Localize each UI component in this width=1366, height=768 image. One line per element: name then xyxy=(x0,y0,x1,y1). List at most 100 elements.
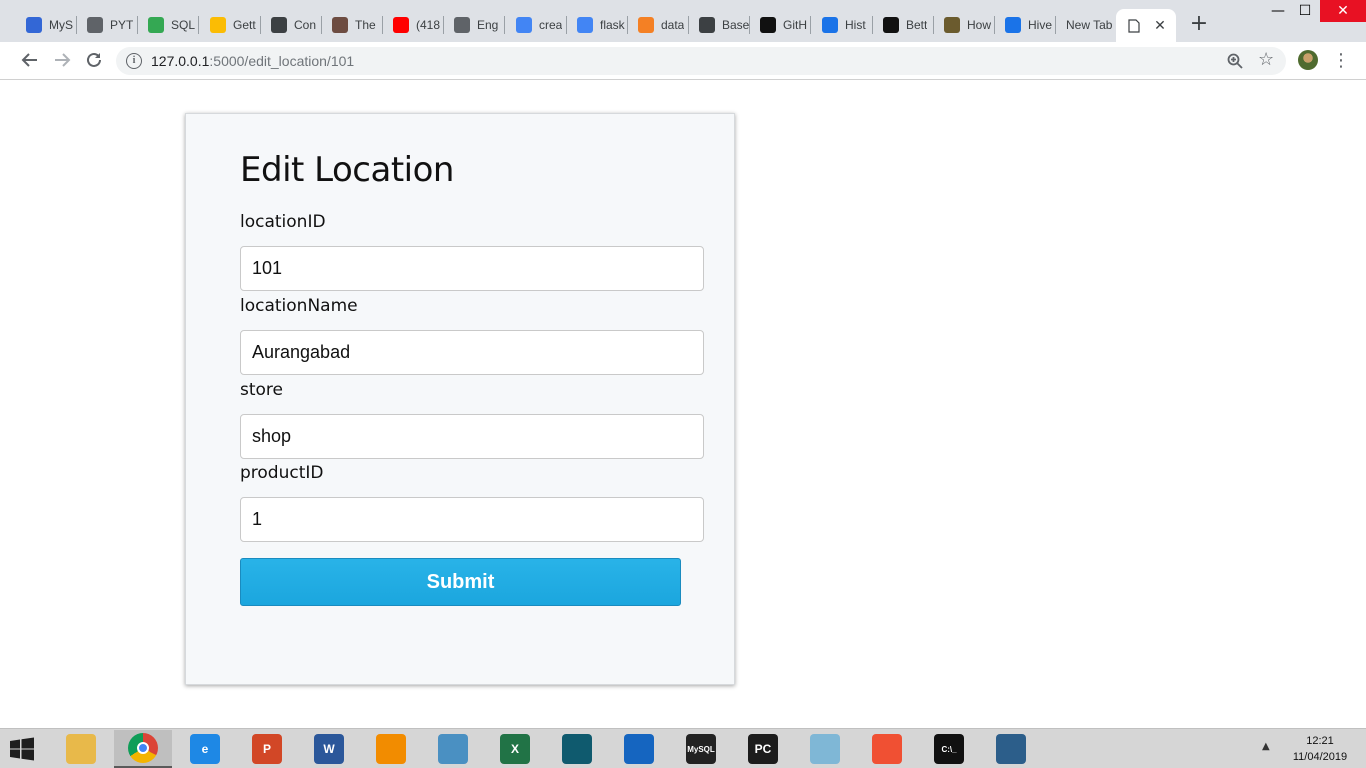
taskbar: e P W X MySQL PC C:\_ ▲ 12:21 11/04/2019 xyxy=(0,728,1366,768)
site-info-icon[interactable]: i xyxy=(126,53,142,69)
tab-1[interactable]: PYT xyxy=(77,8,137,42)
excel-icon: X xyxy=(500,734,530,764)
tab-10[interactable]: data xyxy=(628,8,688,42)
reload-button[interactable] xyxy=(83,51,105,73)
taskbar-internet-explorer[interactable]: e xyxy=(176,730,234,768)
taskbar-mysql-workbench[interactable] xyxy=(982,730,1040,768)
how-icon xyxy=(944,17,960,33)
back-arrow-icon xyxy=(21,53,37,67)
tab-14[interactable]: Bett xyxy=(873,8,933,42)
vlc-icon xyxy=(376,734,406,764)
tab-separator xyxy=(504,16,505,34)
close-window-button[interactable]: ✕ xyxy=(1320,0,1366,22)
zoom-icon[interactable] xyxy=(1226,52,1244,70)
internet-explorer-icon: e xyxy=(190,734,220,764)
taskbar-chrome[interactable] xyxy=(114,730,172,768)
submit-button[interactable]: Submit xyxy=(240,558,681,606)
tab-17[interactable]: New Tab xyxy=(1056,8,1122,42)
taskbar-audacity[interactable] xyxy=(610,730,668,768)
word-icon: W xyxy=(314,734,344,764)
windows-start-icon[interactable] xyxy=(8,737,40,761)
profile-avatar[interactable] xyxy=(1298,50,1318,70)
url-path: :5000/edit_location/101 xyxy=(209,53,355,69)
remote-desktop-icon xyxy=(438,734,468,764)
new-tab-button[interactable]: + xyxy=(1188,13,1210,36)
tab-label: How xyxy=(967,18,992,32)
taskbar-word[interactable]: W xyxy=(300,730,358,768)
taskbar-book-app[interactable] xyxy=(548,730,606,768)
store-input[interactable]: shop xyxy=(240,414,704,459)
tab-2[interactable]: SQL xyxy=(138,8,198,42)
tab-label: New Tab xyxy=(1066,18,1113,32)
book-app-icon xyxy=(562,734,592,764)
tab-7[interactable]: Eng xyxy=(444,8,504,42)
audacity-icon xyxy=(624,734,654,764)
mysql-a-icon xyxy=(26,17,42,33)
tab-5[interactable]: The xyxy=(322,8,382,42)
google-cloud-icon xyxy=(210,17,226,33)
base-icon xyxy=(699,17,715,33)
mysql-shell-icon: MySQL xyxy=(686,734,716,764)
browser-toolbar: i 127.0.0.1:5000/edit_location/101 ☆ ⋮ xyxy=(0,42,1366,80)
browser-menu-icon[interactable]: ⋮ xyxy=(1332,50,1350,72)
tab-label: Base xyxy=(722,18,749,32)
tab-9[interactable]: flask xyxy=(567,8,627,42)
system-clock[interactable]: 12:21 11/04/2019 xyxy=(1284,733,1356,765)
clock-time: 12:21 xyxy=(1306,735,1334,747)
command-prompt-icon: C:\_ xyxy=(934,734,964,764)
taskbar-pycharm[interactable]: PC xyxy=(734,730,792,768)
location-id-input[interactable]: 101 xyxy=(240,246,704,291)
taskbar-git-gui[interactable] xyxy=(858,730,916,768)
github-icon xyxy=(760,17,776,33)
google-icon xyxy=(577,17,593,33)
word-label: W xyxy=(323,742,335,756)
edit-location-form: Edit Location locationID 101 locationNam… xyxy=(185,113,735,685)
tab-8[interactable]: crea xyxy=(506,8,566,42)
taskbar-remote-desktop[interactable] xyxy=(424,730,482,768)
notepad-icon xyxy=(810,734,840,764)
hive-icon xyxy=(1005,17,1021,33)
tab-12[interactable]: GitH xyxy=(750,8,810,42)
excel-label: X xyxy=(510,742,519,756)
url-text[interactable]: 127.0.0.1:5000/edit_location/101 xyxy=(151,53,354,69)
product-id-input[interactable]: 1 xyxy=(240,497,704,542)
tab-0[interactable]: MyS xyxy=(16,8,76,42)
command-prompt-label: C:\_ xyxy=(941,744,957,754)
file-explorer-icon xyxy=(66,734,96,764)
forward-arrow-icon xyxy=(55,53,71,67)
git-gui-icon xyxy=(872,734,902,764)
address-bar[interactable]: i 127.0.0.1:5000/edit_location/101 ☆ xyxy=(116,47,1286,75)
tab-4[interactable]: Con xyxy=(261,8,321,42)
tab-11[interactable]: Base xyxy=(689,8,749,42)
chrome-icon xyxy=(128,733,158,763)
tab-label: crea xyxy=(539,18,563,32)
location-name-input[interactable]: Aurangabad xyxy=(240,330,704,375)
taskbar-excel[interactable]: X xyxy=(486,730,544,768)
google-icon xyxy=(516,17,532,33)
tab-label: Gett xyxy=(233,18,256,32)
taskbar-vlc[interactable] xyxy=(362,730,420,768)
taskbar-powerpoint[interactable]: P xyxy=(238,730,296,768)
internet-explorer-label: e xyxy=(201,742,209,756)
tab-15[interactable]: How xyxy=(934,8,994,42)
taskbar-mysql-shell[interactable]: MySQL xyxy=(672,730,730,768)
tab-6[interactable]: (418 xyxy=(383,8,443,42)
taskbar-notepad[interactable] xyxy=(796,730,854,768)
taskbar-file-explorer[interactable] xyxy=(52,730,110,768)
tab-3[interactable]: Gett xyxy=(200,8,260,42)
tray-overflow-icon[interactable]: ▲ xyxy=(1262,741,1270,752)
tab-16[interactable]: Hive xyxy=(995,8,1055,42)
forward-button[interactable] xyxy=(51,51,73,73)
taskbar-command-prompt[interactable]: C:\_ xyxy=(920,730,978,768)
bookmark-star-icon[interactable]: ☆ xyxy=(1258,49,1274,70)
page-content: Edit Location locationID 101 locationNam… xyxy=(0,81,1366,728)
store-label: store xyxy=(240,380,283,400)
tab-label: GitH xyxy=(783,18,807,32)
tab-active[interactable]: ✕ xyxy=(1116,9,1176,42)
tab-13[interactable]: Hist xyxy=(812,8,872,42)
book-icon xyxy=(332,17,348,33)
tab-label: Con xyxy=(294,18,317,32)
pyt-icon xyxy=(87,17,103,33)
back-button[interactable] xyxy=(19,51,41,73)
close-tab-icon[interactable]: ✕ xyxy=(1152,17,1168,33)
